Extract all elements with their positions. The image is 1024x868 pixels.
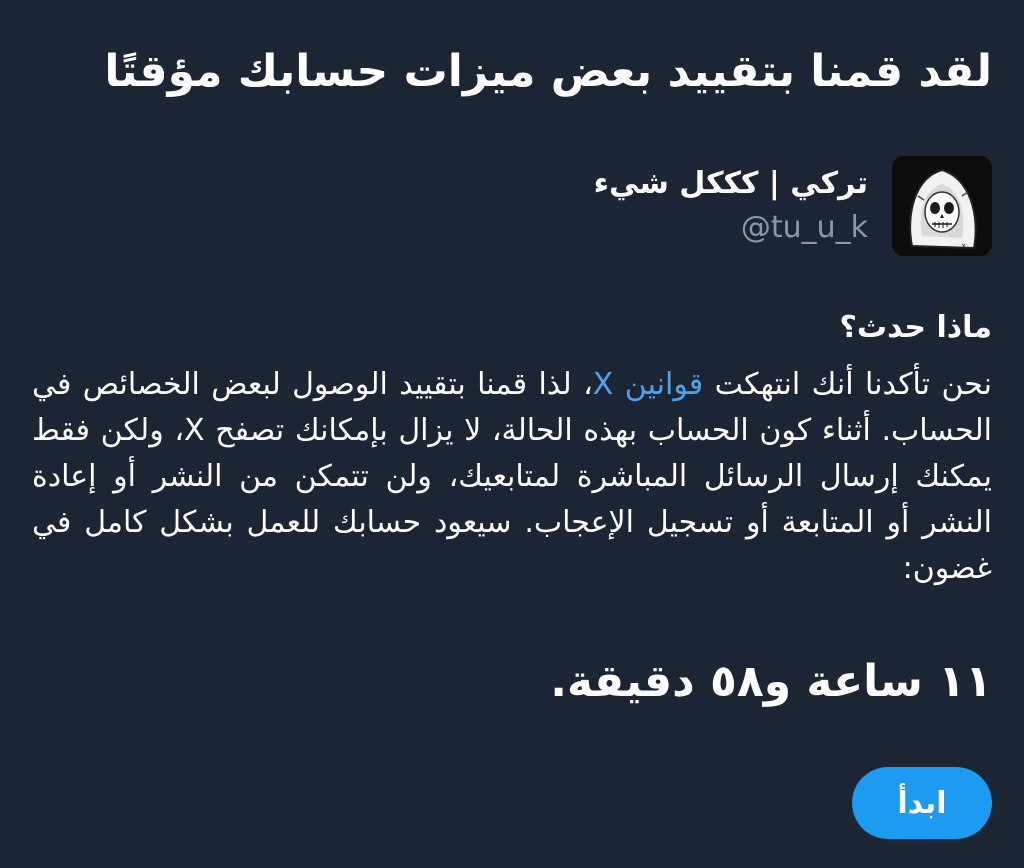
skull-hoodie-avatar-icon: x: [892, 156, 992, 256]
restriction-page: لقد قمنا بتقييد بعض ميزات حسابك مؤقتًا x: [0, 0, 1024, 868]
display-name: تركي | كككل شيء: [593, 166, 868, 201]
what-happened-heading: ماذا حدث؟: [839, 310, 992, 345]
svg-text:x: x: [961, 241, 966, 250]
avatar: x: [892, 156, 992, 256]
x-rules-link[interactable]: قوانين X: [593, 367, 703, 402]
account-handle: @tu_u_k: [740, 210, 868, 245]
account-card: x تركي | كككل شيء @tu_u_k: [594, 156, 992, 256]
start-button[interactable]: ابدأ: [852, 767, 992, 839]
explanation-text-start: نحن تأكدنا أنك انتهكت: [703, 367, 992, 402]
account-names: تركي | كككل شيء @tu_u_k: [594, 162, 868, 250]
page-title: لقد قمنا بتقييد بعض ميزات حسابك مؤقتًا: [104, 46, 992, 97]
restriction-countdown: ١١ ساعة و٥٨ دقيقة.: [550, 656, 992, 707]
explanation-text: نحن تأكدنا أنك انتهكت قوانين X، لذا قمنا…: [32, 362, 992, 592]
